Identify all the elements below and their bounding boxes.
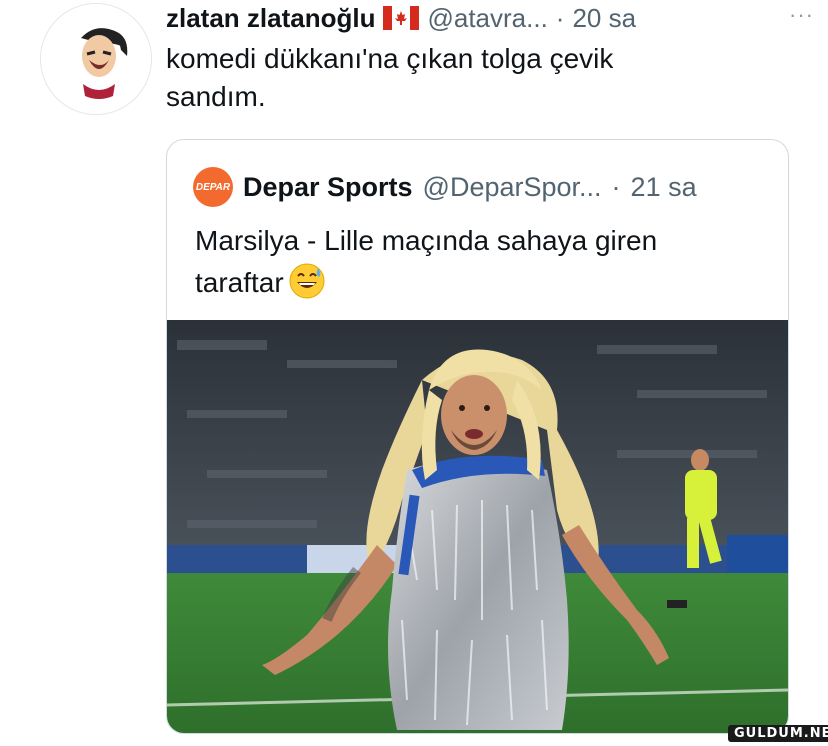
quoted-tweet[interactable]: DEPAR Depar Sports @DeparSpor... · 21 sa… <box>166 139 789 734</box>
author-name[interactable]: zlatan zlatanoğlu <box>166 3 375 34</box>
quoted-author-handle[interactable]: @DeparSpor... <box>423 172 602 203</box>
canada-flag-icon <box>383 6 420 30</box>
site-watermark: GULDUM.NET <box>728 725 828 742</box>
tweet-header: zlatan zlatanoğlu @atavra... · 20 sa <box>166 2 798 34</box>
quoted-author-name[interactable]: Depar Sports <box>243 172 413 203</box>
tweet-time[interactable]: 20 sa <box>572 3 636 34</box>
separator-dot: · <box>555 2 565 33</box>
grinning-sweat-emoji-icon <box>289 263 325 299</box>
depar-sports-avatar[interactable]: DEPAR <box>193 167 233 207</box>
fan-on-pitch-image <box>167 320 788 733</box>
quoted-tweet-header: DEPAR Depar Sports @DeparSpor... · 21 sa <box>193 167 772 207</box>
more-options-button[interactable]: ··· <box>789 2 814 28</box>
match-photo[interactable] <box>167 320 788 733</box>
author-handle[interactable]: @atavra... <box>427 3 547 34</box>
quoted-tweet-text: Marsilya - Lille maçında sahaya giren ta… <box>195 220 755 304</box>
cartoon-footballer-avatar <box>41 4 151 114</box>
quoted-separator-dot: · <box>611 171 621 202</box>
author-avatar[interactable] <box>40 3 152 115</box>
quoted-tweet-time[interactable]: 21 sa <box>631 172 697 203</box>
tweet-text: komedi dükkanı'na çıkan tolga çevik sand… <box>166 43 614 112</box>
quoted-tweet-text-content: Marsilya - Lille maçında sahaya giren ta… <box>195 225 658 298</box>
